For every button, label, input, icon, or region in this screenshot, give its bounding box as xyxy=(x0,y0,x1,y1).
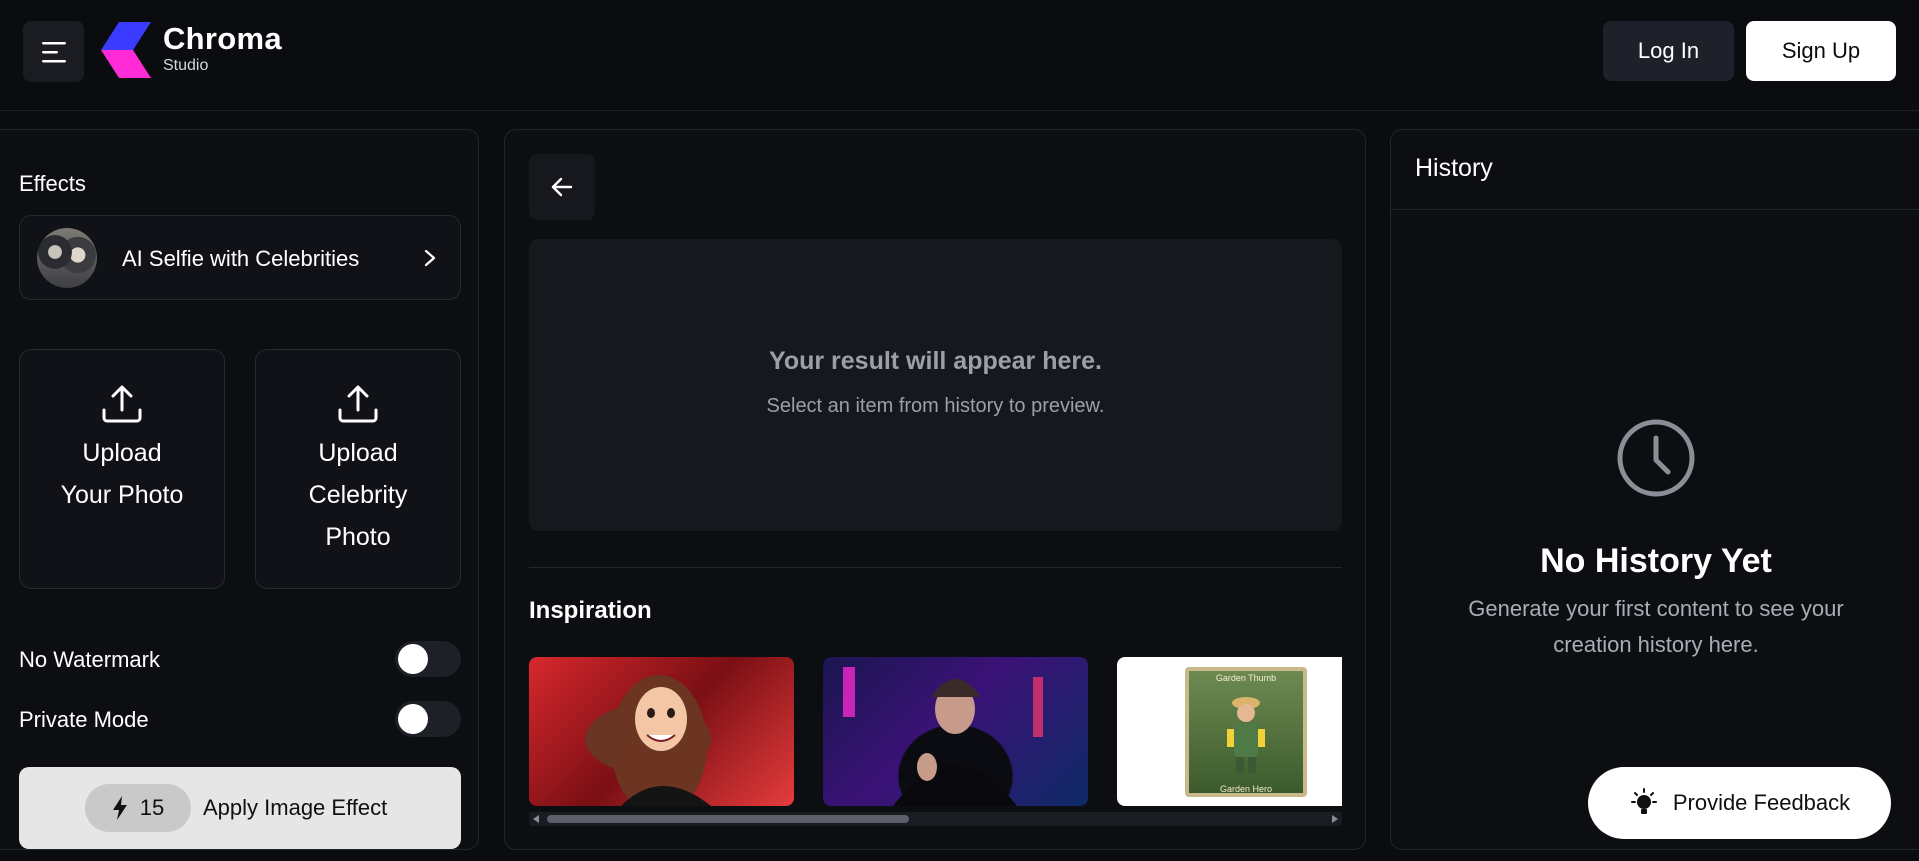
private-mode-label: Private Mode xyxy=(19,707,149,732)
gardener-figure-icon xyxy=(1227,697,1265,773)
no-watermark-toggle[interactable] xyxy=(395,641,461,677)
inspiration-title: Inspiration xyxy=(529,597,652,624)
apply-image-effect-button[interactable]: 15 Apply Image Effect xyxy=(19,767,461,849)
effects-title: Effects xyxy=(19,171,86,196)
empty-history-title: No History Yet xyxy=(1540,542,1772,580)
apply-label: Apply Image Effect xyxy=(203,795,388,820)
card-top-label: Garden Thumb xyxy=(1215,673,1277,683)
feedback-label: Provide Feedback xyxy=(1672,790,1851,815)
inspiration-thumbnail[interactable]: Garden Thumb Garden Hero xyxy=(1117,657,1342,806)
toggle-knob xyxy=(398,704,428,734)
neon-man-image xyxy=(843,667,1043,806)
private-mode-toggle[interactable] xyxy=(395,701,461,737)
upload-celebrity-photo-button[interactable]: Upload Celebrity Photo xyxy=(255,349,461,589)
credit-cost-badge: 15 xyxy=(85,784,191,832)
divider xyxy=(529,567,1342,568)
no-watermark-label: No Watermark xyxy=(19,647,160,672)
upload-your-photo-button[interactable]: Upload Your Photo xyxy=(19,349,225,589)
upload-your-photo-label: Upload Your Photo xyxy=(60,439,184,509)
inspiration-scrollbar[interactable] xyxy=(529,812,1342,826)
signup-button[interactable]: Sign Up xyxy=(1746,21,1896,81)
scrollbar-thumb[interactable] xyxy=(547,815,909,823)
menu-button[interactable] xyxy=(23,21,84,82)
inspiration-thumbnail[interactable] xyxy=(823,657,1088,806)
credit-cost: 15 xyxy=(139,795,165,820)
provide-feedback-button[interactable]: Provide Feedback xyxy=(1588,767,1891,839)
card-bottom-label: Garden Hero xyxy=(1219,784,1273,794)
scroll-left-arrow-icon[interactable] xyxy=(533,815,539,823)
result-placeholder-title: Your result will appear here. xyxy=(769,347,1102,375)
brand[interactable]: Chroma Studio xyxy=(163,20,282,74)
empty-history-subtitle: Generate your first content to see your … xyxy=(1468,596,1844,657)
lightbulb-icon xyxy=(1630,788,1657,814)
effect-label: AI Selfie with Celebrities xyxy=(122,246,360,271)
upload-icon xyxy=(102,385,142,423)
result-preview: Your result will appear here. Select an … xyxy=(529,239,1342,531)
effect-selector[interactable]: AI Selfie with Celebrities xyxy=(19,215,461,300)
history-title: History xyxy=(1415,154,1493,182)
effects-panel: Effects AI Selfie with Celebrities Uploa… xyxy=(0,129,479,850)
scroll-right-arrow-icon[interactable] xyxy=(1332,815,1338,823)
back-button[interactable] xyxy=(529,154,595,220)
brand-sub: Studio xyxy=(163,57,209,74)
history-panel: History No History Yet Generate your fir… xyxy=(1390,129,1919,850)
hamburger-icon xyxy=(41,41,66,62)
inspiration-thumbnail[interactable] xyxy=(529,657,794,806)
upload-celebrity-photo-label: Upload Celebrity Photo xyxy=(308,439,408,551)
cartoon-woman-image xyxy=(611,675,711,806)
result-placeholder-subtitle: Select an item from history to preview. xyxy=(766,395,1105,417)
top-bar: Chroma Studio Log In Sign Up xyxy=(0,0,1919,111)
login-button[interactable]: Log In xyxy=(1603,21,1734,81)
effect-avatar xyxy=(37,228,97,288)
chroma-logo-icon[interactable] xyxy=(101,22,151,78)
garden-hero-card-image: Garden Thumb Garden Hero xyxy=(1185,667,1307,797)
private-mode-row: Private Mode xyxy=(19,701,461,737)
no-watermark-row: No Watermark xyxy=(19,641,461,677)
arrow-left-icon xyxy=(551,177,573,197)
upload-icon xyxy=(338,385,378,423)
toggle-knob xyxy=(398,644,428,674)
brand-name: Chroma xyxy=(163,21,282,56)
divider xyxy=(1391,209,1919,210)
result-panel: Your result will appear here. Select an … xyxy=(504,129,1366,850)
clock-icon xyxy=(1617,419,1695,497)
chevron-right-icon xyxy=(424,249,436,267)
lightning-icon xyxy=(112,796,127,820)
